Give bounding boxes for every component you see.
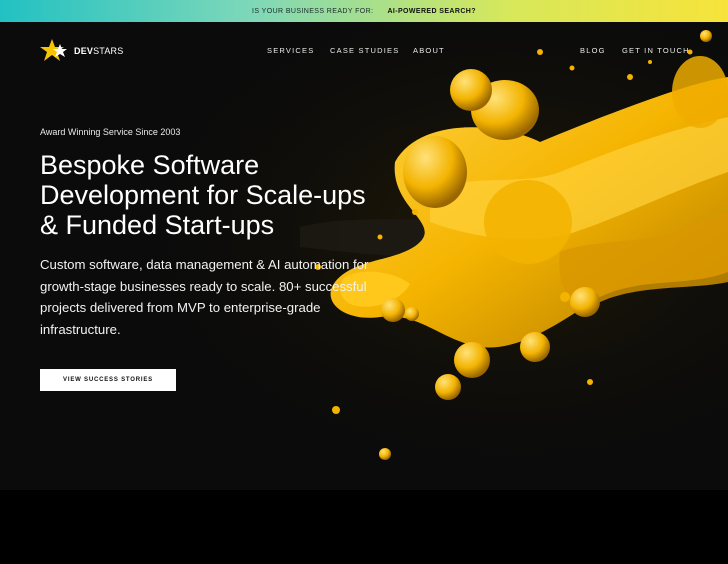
award-eyebrow: Award Winning Service Since 2003 xyxy=(40,127,181,137)
hero-section: DEVSTARS SERVICES CASE STUDIES ABOUT BLO… xyxy=(0,22,728,490)
nav-services[interactable]: SERVICES xyxy=(267,46,314,55)
brand-name-bold: DEV xyxy=(74,46,94,56)
banner-prefix: IS YOUR BUSINESS READY FOR: xyxy=(252,7,374,15)
hero-subtext: Custom software, data management & AI au… xyxy=(40,257,369,337)
brand-name-light: STARS xyxy=(93,46,124,56)
nav-about[interactable]: ABOUT xyxy=(413,46,445,55)
page-bottom-area xyxy=(0,490,728,564)
top-navigation: DEVSTARS SERVICES CASE STUDIES ABOUT BLO… xyxy=(0,22,728,80)
banner-highlight-link[interactable]: AI-POWERED SEARCH? xyxy=(387,8,475,15)
nav-case-studies[interactable]: CASE STUDIES xyxy=(330,46,399,55)
nav-blog[interactable]: BLOG xyxy=(580,46,606,55)
star-icon xyxy=(40,39,67,61)
view-success-stories-button[interactable]: VIEW SUCCESS STORIES xyxy=(40,369,176,391)
hero-headline: Bespoke Software Development for Scale-u… xyxy=(40,150,366,240)
nav-get-in-touch[interactable]: GET IN TOUCH xyxy=(622,46,690,55)
brand-name: DEVSTARS xyxy=(74,46,123,56)
announcement-banner[interactable]: IS YOUR BUSINESS READY FOR: AI-POWERED S… xyxy=(0,0,728,22)
brand-logo[interactable]: DEVSTARS xyxy=(40,38,123,64)
